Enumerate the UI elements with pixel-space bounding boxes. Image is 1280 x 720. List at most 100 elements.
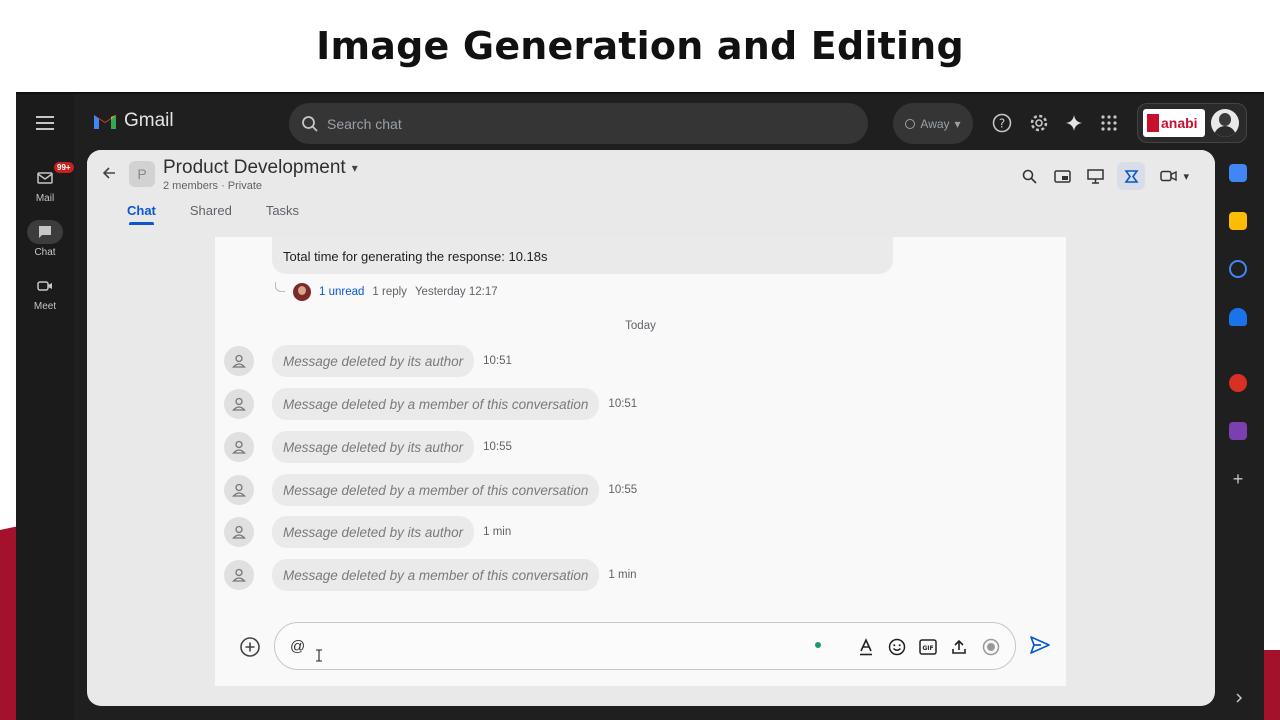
space-subtitle: 2 members · Private	[163, 180, 263, 192]
tab-tasks[interactable]: Tasks	[266, 203, 299, 222]
chevron-right-icon[interactable]	[1235, 690, 1243, 708]
search-bar[interactable]	[289, 103, 868, 144]
upload-icon[interactable]	[948, 636, 970, 658]
nav-meet[interactable]: Meet	[16, 274, 74, 312]
chevron-down-icon: ▾	[954, 116, 961, 131]
person-icon	[224, 560, 254, 590]
addon-icon[interactable]	[1229, 422, 1247, 440]
thread-unread[interactable]: 1 unread	[319, 286, 364, 298]
message-time: 1 min	[483, 526, 512, 538]
thread-summary[interactable]: 1 unread 1 reply Yesterday 12:17	[275, 282, 498, 301]
reply-author-avatar	[293, 283, 311, 301]
message-time: 1 min	[608, 569, 637, 581]
space-tabs: Chat Shared Tasks	[127, 203, 299, 225]
person-icon	[224, 346, 254, 376]
add-attachment-icon[interactable]	[239, 636, 261, 658]
deleted-message-bubble: Message deleted by its author	[272, 516, 475, 548]
deleted-message-bubble: Message deleted by its author	[272, 345, 475, 377]
mail-icon: 99+	[27, 161, 75, 190]
previous-message-bubble: Total time for generating the response: …	[272, 237, 893, 274]
start-meeting-button[interactable]: ▾	[1156, 165, 1193, 187]
tab-shared[interactable]: Shared	[190, 203, 232, 222]
search-icon[interactable]	[1018, 165, 1040, 187]
text-format-icon[interactable]	[855, 636, 877, 658]
message-row[interactable]: Message deleted by its author 1 min	[224, 515, 511, 549]
video-icon	[1160, 170, 1178, 182]
slide-title: Image Generation and Editing	[316, 24, 964, 68]
chevron-down-icon: ▾	[1183, 170, 1189, 183]
organization-logo: anabi	[1143, 109, 1205, 137]
status-label: Away	[920, 116, 950, 131]
deleted-message-bubble: Message deleted by a member of this conv…	[272, 388, 600, 420]
svg-text:?: ?	[999, 117, 1005, 131]
person-icon	[224, 475, 254, 505]
deleted-message-bubble: Message deleted by its author	[272, 431, 475, 463]
emoji-icon[interactable]	[886, 636, 908, 658]
person-icon	[224, 432, 254, 462]
nav-chat[interactable]: Chat	[16, 220, 74, 258]
day-divider: Today	[625, 320, 656, 332]
message-time: 10:55	[608, 484, 638, 496]
org-logo-mark	[1147, 114, 1159, 132]
chat-icon	[27, 220, 63, 244]
settings-gear-icon[interactable]	[1028, 112, 1050, 134]
addon-icon[interactable]	[1229, 374, 1247, 392]
help-icon[interactable]: ?	[991, 112, 1013, 134]
thread-time: Yesterday 12:17	[414, 286, 498, 298]
nav-meet-label: Meet	[33, 301, 57, 312]
gmail-logo[interactable]: Gmail	[92, 110, 174, 132]
message-row[interactable]: Message deleted by a member of this conv…	[224, 473, 637, 507]
gemini-sparkle-icon[interactable]	[1063, 112, 1085, 134]
message-input[interactable]	[290, 635, 790, 657]
keep-icon[interactable]	[1229, 212, 1247, 230]
account-switcher[interactable]: anabi	[1137, 103, 1247, 143]
message-composer[interactable]: GIF	[274, 622, 1016, 670]
record-video-icon[interactable]	[980, 636, 1002, 658]
tab-chat[interactable]: Chat	[127, 203, 156, 225]
nav-chat-label: Chat	[34, 247, 56, 258]
nav-mail-label: Mail	[35, 193, 55, 204]
app-name: Gmail	[124, 110, 174, 131]
apps-integration-icon[interactable]	[1117, 162, 1146, 190]
space-toolbar: ▾	[1018, 162, 1193, 190]
svg-text:GIF: GIF	[922, 645, 933, 652]
chevron-down-icon: ▾	[351, 161, 358, 175]
text-cursor-icon	[316, 649, 322, 662]
user-avatar	[1211, 109, 1239, 137]
space-title[interactable]: Product Development ▾	[163, 157, 358, 179]
message-time: 10:51	[483, 355, 512, 367]
gmail-m-icon	[94, 115, 116, 129]
picture-in-picture-icon[interactable]	[1051, 165, 1073, 187]
present-icon[interactable]	[1084, 165, 1106, 187]
deleted-message-bubble: Message deleted by a member of this conv…	[272, 474, 600, 506]
space-avatar: P	[129, 161, 155, 187]
gmail-window: 99+ Mail Chat Meet Gmail Search chat Awa…	[16, 92, 1264, 720]
message-row[interactable]: Message deleted by a member of this conv…	[224, 558, 637, 592]
search-icon	[302, 115, 318, 132]
contacts-icon[interactable]	[1229, 308, 1247, 326]
space-name: Product Development	[163, 157, 346, 178]
apps-grid-icon[interactable]	[1098, 112, 1120, 134]
org-logo-text: anabi	[1161, 115, 1198, 131]
message-row[interactable]: Message deleted by a member of this conv…	[224, 387, 637, 421]
main-menu-icon[interactable]	[36, 116, 54, 130]
nav-mail[interactable]: 99+ Mail	[16, 161, 75, 204]
thread-connector	[275, 282, 285, 292]
send-icon[interactable]	[1029, 635, 1053, 657]
person-icon	[224, 389, 254, 419]
message-row[interactable]: Message deleted by its author 10:55	[224, 430, 512, 464]
back-arrow-icon[interactable]	[101, 165, 117, 186]
status-button[interactable]: Away ▾	[893, 103, 973, 144]
message-row[interactable]: Message deleted by its author 10:51	[224, 344, 512, 378]
message-time: 10:55	[483, 441, 512, 453]
slide-page: Image Generation and Editing 99+ Mail Ch…	[0, 0, 1280, 720]
search-input[interactable]	[327, 115, 807, 132]
gif-icon[interactable]: GIF	[917, 636, 939, 658]
calendar-icon[interactable]	[1229, 164, 1247, 182]
deleted-message-bubble: Message deleted by a member of this conv…	[272, 559, 600, 591]
message-time: 10:51	[608, 398, 638, 410]
unread-badge: 99+	[53, 161, 75, 174]
tasks-icon[interactable]	[1229, 260, 1247, 278]
video-icon	[27, 274, 63, 298]
add-icon[interactable]: +	[1229, 470, 1247, 488]
